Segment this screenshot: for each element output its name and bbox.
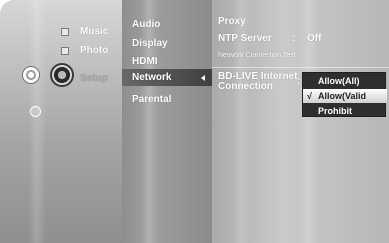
bd-live-internet-connection-label-line2[interactable]: Connection [218,81,273,92]
option-allow-valid-only[interactable]: √ Allow(Valid Only) [303,89,387,115]
bd-live-options-popup: Allow(All) √ Allow(Valid Only) Prohibit [302,72,387,118]
divider [212,67,389,68]
ntp-server-separator: : [292,33,296,44]
menu-item-music[interactable]: Music [80,26,108,37]
submenu-item-network[interactable]: Network [132,72,171,83]
submenu-item-hdmi[interactable]: HDMI [132,56,158,67]
gear-icon [50,63,74,87]
setup-menu-screen: Music Photo Setup Audio Display HDMI Net… [0,0,389,243]
proxy-label[interactable]: Proxy [218,16,246,27]
disc-icon [22,66,40,84]
option-allow-all-label: Allow(All) [318,76,360,86]
music-icon [61,28,69,36]
submenu-item-parental[interactable]: Parental [132,94,171,105]
option-prohibit[interactable]: Prohibit [303,104,387,118]
submenu-item-audio[interactable]: Audio [132,19,160,30]
network-connection-test[interactable]: Network Connection Test [218,52,296,59]
background-stripe [140,0,158,243]
bd-live-separator: : [297,76,301,87]
menu-item-photo[interactable]: Photo [80,45,108,56]
photo-icon [61,47,69,55]
checkmark-icon: √ [307,91,312,101]
ntp-server-label[interactable]: NTP Server [218,33,272,44]
menu-item-setup[interactable]: Setup [80,73,108,84]
option-allow-all[interactable]: Allow(All) [303,74,387,88]
chevron-left-icon [201,75,205,81]
setup-submenu-column [122,0,212,243]
option-prohibit-label: Prohibit [318,106,352,116]
globe-icon [30,106,41,117]
background-stripe [28,0,46,243]
submenu-item-display[interactable]: Display [132,38,168,49]
ntp-server-value: Off [307,33,322,44]
